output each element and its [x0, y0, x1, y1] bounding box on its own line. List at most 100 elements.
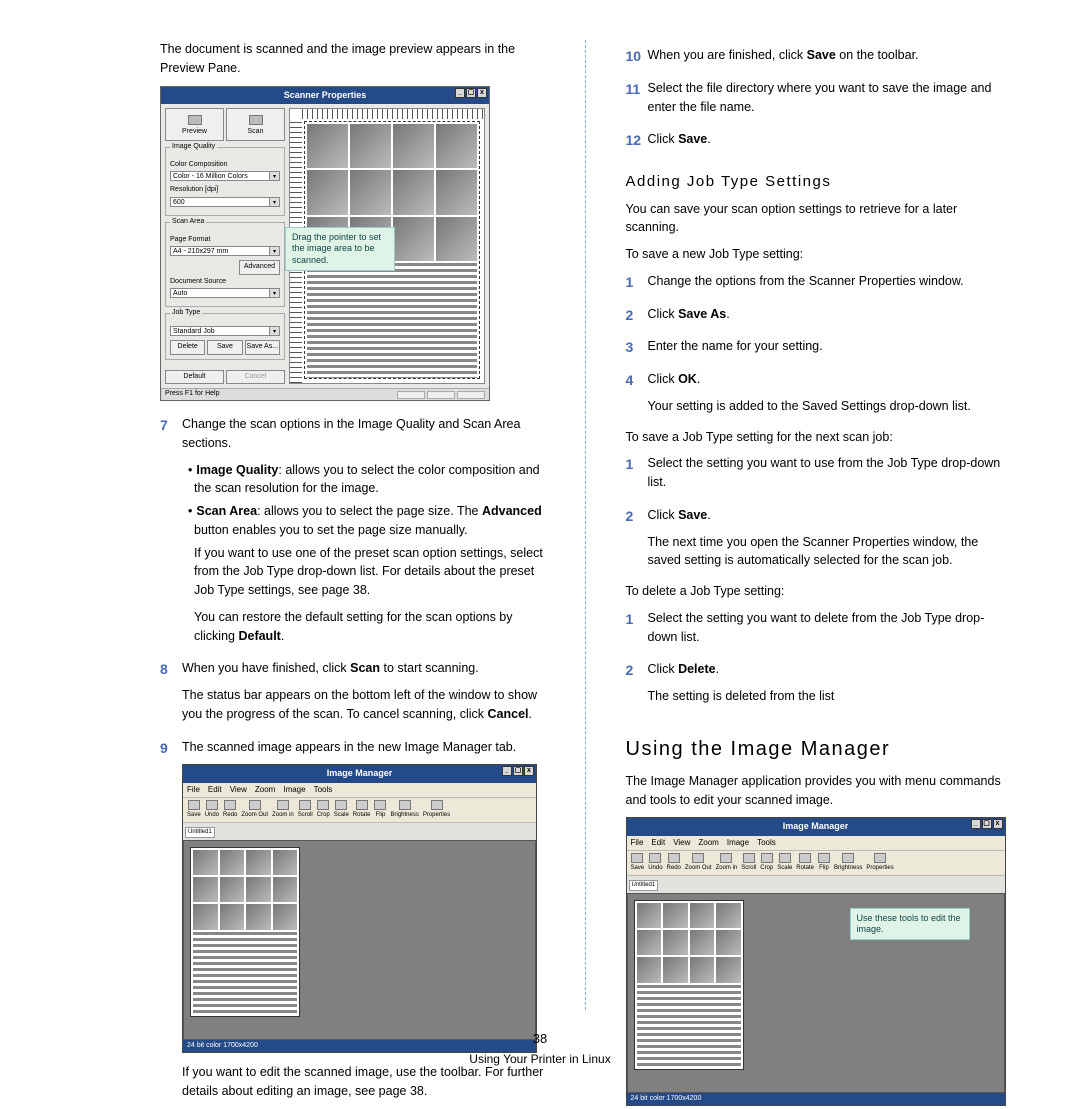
page-number: 38 — [0, 1029, 1080, 1049]
window-minimize-button[interactable]: _ — [502, 766, 512, 776]
step-text: Click Save. — [648, 506, 1011, 525]
preview-pane[interactable]: Drag the pointer to set the image area t… — [289, 108, 485, 384]
save-tool[interactable]: Save — [187, 800, 201, 820]
page-format-label: Page Format — [170, 235, 280, 246]
window-minimize-button[interactable]: _ — [971, 819, 981, 829]
step-text: Select the file directory where you want… — [648, 79, 1011, 117]
scale-tool[interactable]: Scale — [334, 800, 349, 820]
menu-file[interactable]: File — [631, 837, 644, 849]
window-titlebar: Scanner Properties _ ▢ x — [161, 87, 489, 105]
group-label: Scan Area — [170, 217, 206, 228]
canvas-area[interactable] — [183, 840, 536, 1040]
menu-view[interactable]: View — [673, 837, 690, 849]
scroll-tool[interactable]: Scroll — [298, 800, 313, 820]
step-text: Click OK. — [648, 370, 1011, 389]
brightness-tool[interactable]: Brightness — [390, 800, 418, 820]
window-close-button[interactable]: x — [524, 766, 534, 776]
right-column: 10 When you are finished, click Save on … — [626, 40, 1011, 1010]
document-tab[interactable]: Untitled1 — [629, 880, 659, 891]
advanced-button[interactable]: Advanced — [239, 260, 280, 275]
status-text: Press F1 for Help — [165, 389, 219, 400]
step-text: The scanned image appears in the new Ima… — [182, 738, 545, 757]
rotate-icon — [799, 853, 811, 863]
step-number: 2 — [626, 660, 648, 714]
scroll-icon — [743, 853, 755, 863]
group-label: Image Quality — [170, 142, 217, 153]
default-button[interactable]: Default — [165, 370, 224, 385]
step-number: 8 — [160, 659, 182, 731]
flip-tool[interactable]: Flip — [374, 800, 386, 820]
document-tab[interactable]: Untitled1 — [185, 827, 215, 838]
delete-button[interactable]: Delete — [170, 340, 205, 355]
toolbar: Save Undo Redo Zoom Out Zoom in Scroll C… — [627, 851, 1005, 876]
brightness-tool[interactable]: Brightness — [834, 853, 862, 873]
undo-tool[interactable]: Undo — [205, 800, 219, 820]
zoomout-tool[interactable]: Zoom Out — [241, 800, 268, 820]
window-minimize-button[interactable]: _ — [455, 88, 465, 98]
flip-tool[interactable]: Flip — [818, 853, 830, 873]
step-text: Select the setting you want to use from … — [648, 454, 1011, 492]
menu-image[interactable]: Image — [727, 837, 749, 849]
redo-tool[interactable]: Redo — [223, 800, 237, 820]
redo-tool[interactable]: Redo — [667, 853, 681, 873]
color-composition-select[interactable]: Color - 16 Million Colors▾ — [170, 171, 280, 181]
scroll-icon — [299, 800, 311, 810]
window-maximize-button[interactable]: ▢ — [982, 819, 992, 829]
crop-tool[interactable]: Crop — [317, 800, 330, 820]
menu-edit[interactable]: Edit — [208, 784, 222, 796]
rotate-tool[interactable]: Rotate — [353, 800, 371, 820]
cancel-button[interactable]: Cancel — [226, 370, 285, 385]
window-maximize-button[interactable]: ▢ — [513, 766, 523, 776]
zoomout-tool[interactable]: Zoom Out — [685, 853, 712, 873]
properties-tool[interactable]: Properties — [866, 853, 893, 873]
window-close-button[interactable]: x — [993, 819, 1003, 829]
menu-tools[interactable]: Tools — [757, 837, 776, 849]
document-source-select[interactable]: Auto▾ — [170, 288, 280, 298]
crop-tool[interactable]: Crop — [760, 853, 773, 873]
zoomin-tool[interactable]: Zoom in — [272, 800, 294, 820]
color-composition-label: Color Composition — [170, 160, 280, 171]
zoomin-tool[interactable]: Zoom in — [716, 853, 738, 873]
paragraph: If you want to edit the scanned image, u… — [182, 1063, 545, 1101]
zoomout-icon — [692, 853, 704, 863]
scan-button[interactable]: Scan — [226, 108, 285, 141]
menu-bar: File Edit View Zoom Image Tools — [627, 836, 1005, 851]
menu-view[interactable]: View — [230, 784, 247, 796]
step-number: 1 — [626, 272, 648, 299]
step-text: Change the options from the Scanner Prop… — [648, 272, 1011, 291]
menu-file[interactable]: File — [187, 784, 200, 796]
scroll-tool[interactable]: Scroll — [741, 853, 756, 873]
window-close-button[interactable]: x — [477, 88, 487, 98]
resolution-select[interactable]: 600▾ — [170, 197, 280, 207]
save-as-button[interactable]: Save As... — [245, 340, 280, 355]
job-type-select[interactable]: Standard Job▾ — [170, 326, 280, 336]
page-format-select[interactable]: A4 - 210x297 mm▾ — [170, 246, 280, 256]
menu-zoom[interactable]: Zoom — [698, 837, 718, 849]
step-text: Change the scan options in the Image Qua… — [182, 415, 545, 453]
menu-zoom[interactable]: Zoom — [255, 784, 275, 796]
step-text: When you are finished, click Save on the… — [648, 46, 1011, 65]
window-maximize-button[interactable]: ▢ — [466, 88, 476, 98]
menu-tools[interactable]: Tools — [314, 784, 333, 796]
preview-icon — [188, 115, 202, 125]
step-number: 2 — [626, 506, 648, 578]
intro-paragraph: The document is scanned and the image pr… — [160, 40, 545, 78]
job-type-group: Job Type Standard Job▾ Delete Save Save … — [165, 313, 285, 360]
flip-icon — [374, 800, 386, 810]
save-tool[interactable]: Save — [631, 853, 645, 873]
brightness-icon — [842, 853, 854, 863]
preview-button[interactable]: Preview — [165, 108, 224, 141]
undo-tool[interactable]: Undo — [648, 853, 662, 873]
properties-tool[interactable]: Properties — [423, 800, 450, 820]
document-source-label: Document Source — [170, 277, 280, 288]
menu-image[interactable]: Image — [283, 784, 305, 796]
save-button[interactable]: Save — [207, 340, 242, 355]
scale-tool[interactable]: Scale — [777, 853, 792, 873]
scanner-properties-window: Scanner Properties _ ▢ x Preview Scan Im… — [160, 86, 490, 402]
menu-edit[interactable]: Edit — [651, 837, 665, 849]
properties-icon — [431, 800, 443, 810]
image-manager-window: Image Manager _ ▢ x File Edit View Zoom … — [182, 764, 537, 1053]
scale-icon — [335, 800, 347, 810]
rotate-tool[interactable]: Rotate — [796, 853, 814, 873]
step-number: 7 — [160, 415, 182, 653]
